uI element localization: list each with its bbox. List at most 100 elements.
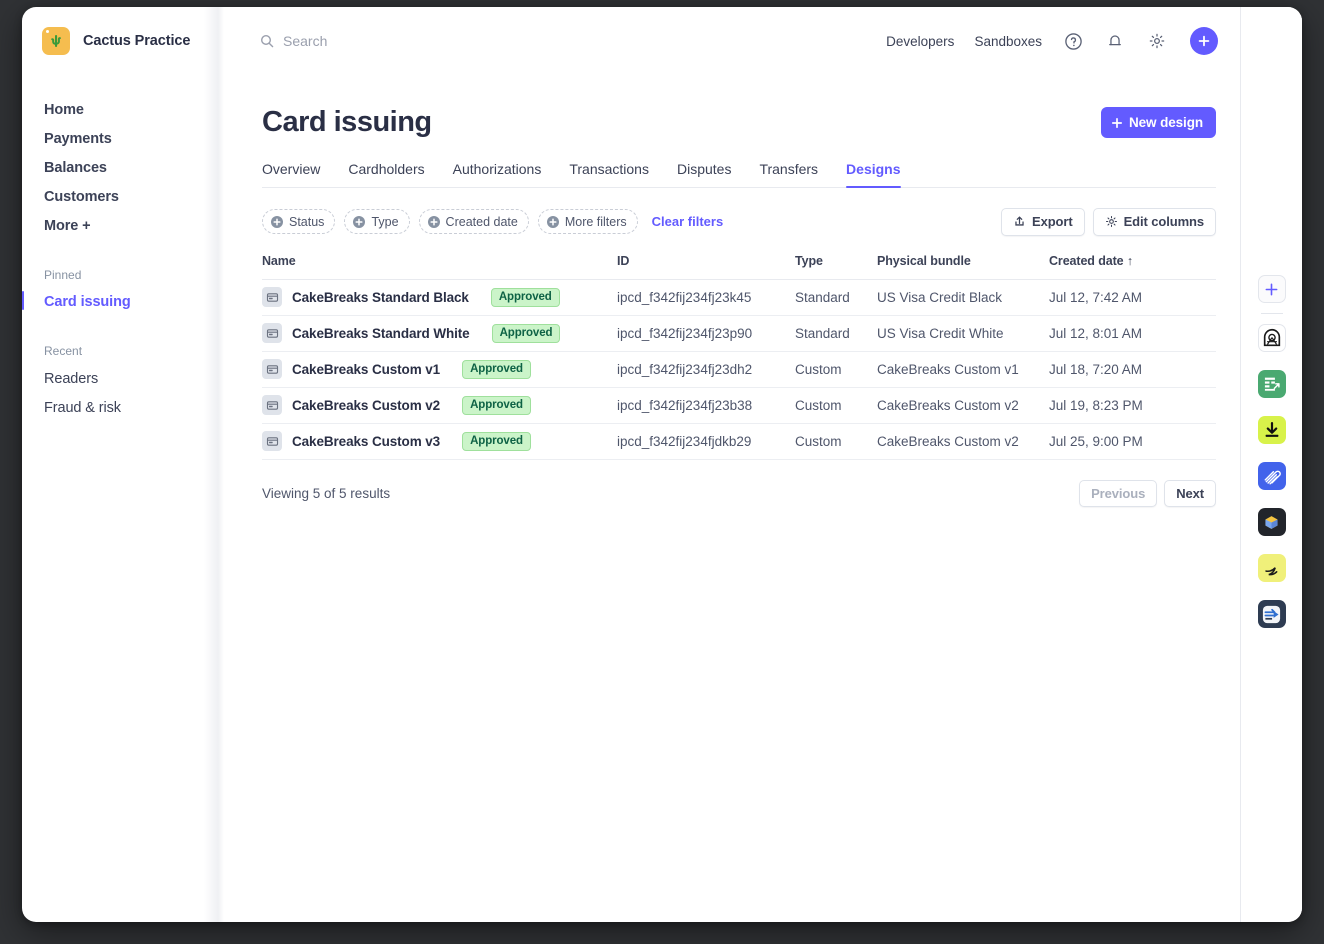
column-header-physical-bundle[interactable]: Physical bundle	[877, 253, 1049, 280]
sidebar-item-card-issuing[interactable]: Card issuing	[22, 288, 224, 316]
pagination: Previous Next	[1079, 479, 1216, 507]
column-header-name[interactable]: Name	[262, 253, 617, 280]
table-row[interactable]: CakeBreaks Standard Black Approved ipcd_…	[262, 279, 1216, 316]
design-type: Standard	[795, 279, 877, 316]
circle-plus-icon	[271, 215, 283, 228]
card-design-icon	[262, 431, 282, 452]
sidebar-item-balances[interactable]: Balances	[44, 153, 224, 182]
search-placeholder: Search	[283, 33, 328, 49]
page-title: Card issuing	[262, 106, 432, 138]
dock-spreadsheet-app-icon[interactable]	[1257, 370, 1286, 398]
sidebar-item-home[interactable]: Home	[44, 95, 224, 124]
browser-window: Cactus Practice Search Developers Sandbo…	[22, 7, 1302, 922]
table-row[interactable]: CakeBreaks Custom v1 Approved ipcd_f342f…	[262, 351, 1216, 388]
column-header-created-date[interactable]: Created date ↑	[1049, 253, 1216, 280]
filter-more-filters-label: More filters	[564, 214, 627, 229]
sidebar-item-fraud-risk[interactable]: Fraud & risk	[44, 393, 224, 422]
sidebar-item-payments[interactable]: Payments	[44, 124, 224, 153]
status-badge: Approved	[490, 287, 560, 307]
design-id: ipcd_f342fij234fjdkb29	[617, 423, 795, 460]
filter-status-label: Status	[289, 214, 325, 229]
sidebar: Home Payments Balances Customers More + …	[22, 7, 224, 922]
table-row[interactable]: CakeBreaks Custom v2 Approved ipcd_f342f…	[262, 387, 1216, 424]
sort-ascending-icon: ↑	[1126, 253, 1134, 268]
search-icon	[260, 34, 274, 48]
created-date: Jul 25, 9:00 PM	[1049, 423, 1216, 460]
cactus-icon	[42, 27, 70, 55]
top-bar: Cactus Practice Search Developers Sandbo…	[22, 7, 1240, 75]
status-badge: Approved	[462, 431, 531, 451]
page-header: Card issuing New design	[262, 106, 1216, 139]
app-area: Cactus Practice Search Developers Sandbo…	[22, 7, 1240, 922]
export-button[interactable]: Export	[1001, 207, 1085, 236]
filter-type-label: Type	[371, 214, 399, 229]
create-button[interactable]	[1190, 27, 1218, 55]
created-date-label: Created date	[1049, 253, 1124, 268]
created-date: Jul 19, 8:23 PM	[1049, 387, 1216, 424]
filter-created-date[interactable]: Created date	[418, 209, 529, 235]
table-header: Name ID Type Physical bundle Created dat…	[262, 253, 1216, 280]
settings-gear-icon[interactable]	[1146, 30, 1168, 52]
developers-link[interactable]: Developers	[886, 34, 954, 49]
dock-cube-app-icon[interactable]	[1257, 508, 1286, 536]
export-icon	[1015, 216, 1024, 226]
sidebar-item-more[interactable]: More +	[44, 211, 224, 240]
clear-filters-button[interactable]: Clear filters	[652, 214, 724, 229]
tab-authorizations[interactable]: Authorizations	[453, 161, 542, 187]
circle-plus-icon	[427, 215, 440, 228]
next-page-button[interactable]: Next	[1164, 479, 1216, 507]
tab-disputes[interactable]: Disputes	[677, 161, 731, 187]
filter-bar: Status Type Created date More filters Cl…	[262, 207, 1216, 236]
design-name: CakeBreaks Custom v3	[292, 433, 441, 449]
sidebar-section-pinned: Pinned	[44, 268, 82, 282]
dock-fingerprint-app-icon[interactable]	[1257, 462, 1286, 490]
dock-arch-app-icon[interactable]	[1257, 324, 1286, 352]
circle-plus-icon	[546, 215, 559, 228]
design-type: Standard	[795, 315, 877, 352]
tab-transactions[interactable]: Transactions	[569, 161, 649, 187]
filter-status[interactable]: Status	[262, 209, 336, 235]
new-design-label: New design	[1128, 115, 1203, 130]
design-type: Custom	[795, 423, 877, 460]
dock-swoosh-app-icon[interactable]	[1257, 554, 1286, 582]
results-count: Viewing 5 of 5 results	[262, 485, 391, 501]
tab-cardholders[interactable]: Cardholders	[348, 161, 424, 187]
table-row[interactable]: CakeBreaks Standard White Approved ipcd_…	[262, 315, 1216, 352]
physical-bundle: CakeBreaks Custom v1	[877, 351, 1049, 388]
dock-add-app-icon[interactable]	[1257, 275, 1286, 303]
export-label: Export	[1032, 214, 1073, 230]
notifications-bell-icon[interactable]	[1104, 30, 1126, 52]
brand[interactable]: Cactus Practice	[42, 27, 224, 55]
tab-overview[interactable]: Overview	[262, 161, 320, 187]
design-name: CakeBreaks Custom v1	[292, 361, 441, 377]
sidebar-item-customers[interactable]: Customers	[44, 182, 224, 211]
table-row[interactable]: CakeBreaks Custom v3 Approved ipcd_f342f…	[262, 423, 1216, 460]
design-type: Custom	[795, 351, 877, 388]
filter-type[interactable]: Type	[344, 209, 410, 235]
physical-bundle: CakeBreaks Custom v2	[877, 423, 1049, 460]
dock-download-app-icon[interactable]	[1257, 416, 1286, 444]
plus-icon	[1198, 35, 1210, 47]
column-header-id[interactable]: ID	[617, 253, 795, 280]
previous-page-button[interactable]: Previous	[1079, 479, 1158, 507]
search-input[interactable]: Search	[260, 33, 327, 49]
sidebar-item-readers[interactable]: Readers	[44, 364, 224, 393]
design-name: CakeBreaks Standard White	[292, 325, 470, 341]
physical-bundle: CakeBreaks Custom v2	[877, 387, 1049, 424]
filter-created-date-label: Created date	[445, 214, 518, 229]
status-badge: Approved	[462, 359, 531, 379]
card-design-icon	[262, 287, 282, 308]
sandboxes-link[interactable]: Sandboxes	[974, 34, 1042, 49]
tab-transfers[interactable]: Transfers	[759, 161, 818, 187]
physical-bundle: US Visa Credit White	[877, 315, 1049, 352]
help-icon[interactable]	[1062, 30, 1084, 52]
column-header-type[interactable]: Type	[795, 253, 877, 280]
desktop-background: Cactus Practice Search Developers Sandbo…	[0, 0, 1324, 944]
edit-columns-button[interactable]: Edit columns	[1092, 207, 1216, 236]
filter-more-filters[interactable]: More filters	[537, 209, 638, 235]
new-design-button[interactable]: New design	[1100, 107, 1216, 138]
plus-icon	[1111, 117, 1123, 128]
tab-designs[interactable]: Designs	[846, 161, 901, 188]
design-name: CakeBreaks Standard Black	[292, 289, 469, 305]
dock-arrow-app-icon[interactable]	[1257, 600, 1286, 628]
